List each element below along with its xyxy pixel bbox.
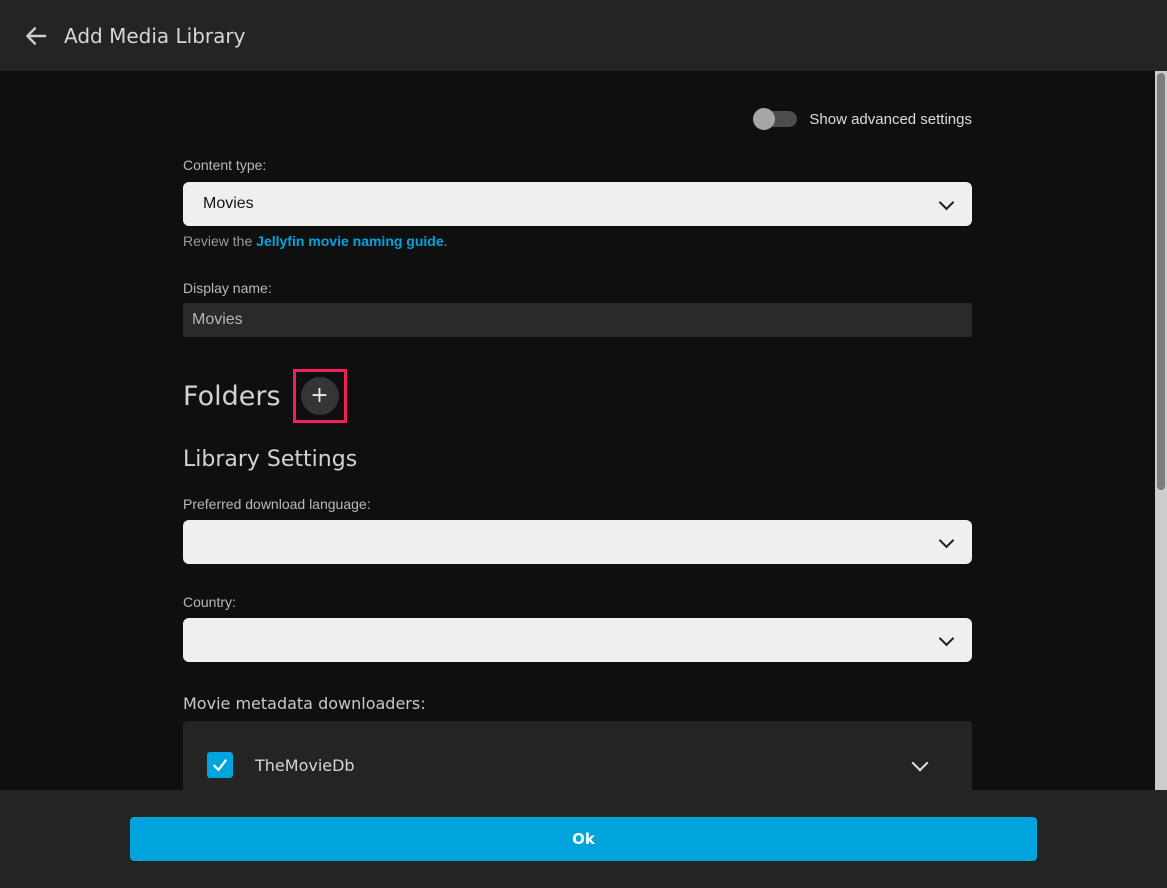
content-type-value: Movies [203, 195, 941, 213]
advanced-settings-label: Show advanced settings [809, 111, 972, 128]
folders-heading: Folders [183, 381, 281, 412]
downloader-name: TheMovieDb [255, 756, 914, 775]
folders-section: Folders + [183, 369, 972, 423]
preferred-language-select[interactable] [183, 520, 972, 564]
footer-bar: Ok [0, 790, 1167, 888]
back-button[interactable] [20, 20, 52, 52]
naming-guide-link[interactable]: Jellyfin movie naming guide [256, 233, 443, 249]
display-name-input[interactable] [183, 303, 972, 337]
preferred-language-label: Preferred download language: [183, 496, 972, 512]
country-select[interactable] [183, 618, 972, 662]
header-bar: Add Media Library [0, 0, 1167, 71]
chevron-down-icon [939, 532, 955, 548]
chevron-down-icon[interactable] [912, 755, 929, 772]
check-icon [211, 756, 229, 774]
helper-prefix: Review the [183, 233, 256, 249]
page-title: Add Media Library [64, 24, 245, 48]
plus-icon: + [310, 383, 328, 408]
toggle-knob[interactable] [753, 108, 775, 130]
arrow-left-icon [23, 23, 49, 49]
library-settings-heading: Library Settings [183, 447, 972, 472]
chevron-down-icon [939, 194, 955, 210]
scrollbar-track[interactable] [1155, 71, 1167, 790]
add-folder-focus-ring: + [293, 369, 347, 423]
scrollbar-thumb[interactable] [1157, 73, 1165, 490]
content-type-helper: Review the Jellyfin movie naming guide. [183, 233, 972, 249]
ok-button[interactable]: Ok [130, 817, 1037, 861]
metadata-downloader-card: TheMovieDb [183, 721, 972, 790]
advanced-settings-row: Show advanced settings [183, 71, 972, 130]
chevron-down-icon [939, 630, 955, 646]
country-label: Country: [183, 594, 972, 610]
display-name-label: Display name: [183, 280, 972, 296]
content-type-select[interactable]: Movies [183, 182, 972, 226]
metadata-downloaders-label: Movie metadata downloaders: [183, 694, 972, 713]
show-advanced-settings-toggle[interactable] [755, 111, 797, 127]
content-type-label: Content type: [183, 157, 972, 173]
themoviedb-checkbox[interactable] [207, 752, 233, 778]
downloader-row-themoviedb: TheMovieDb [207, 752, 950, 778]
scroll-content: Show advanced settings Content type: Mov… [0, 71, 1167, 790]
helper-suffix: . [444, 233, 448, 249]
add-folder-button[interactable]: + [301, 377, 339, 415]
